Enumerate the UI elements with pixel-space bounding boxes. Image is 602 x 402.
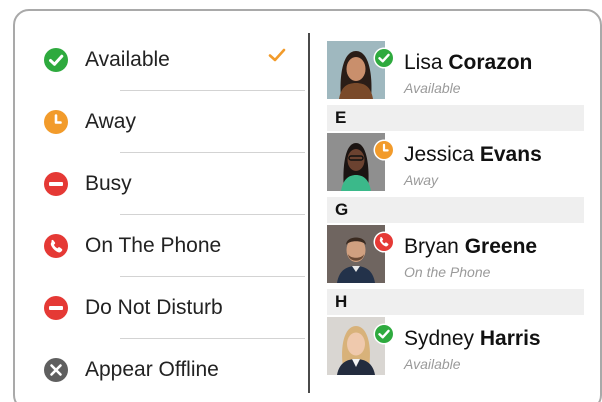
section-header-g: G xyxy=(327,197,584,223)
check-circle-icon xyxy=(41,45,71,75)
contact-list: Lisa Corazon Available E Jessica Evans A… xyxy=(327,11,584,402)
contact-name: Sydney Harris xyxy=(404,327,541,350)
contact-status: Away xyxy=(404,172,438,188)
clock-icon xyxy=(41,107,71,137)
presence-panel: Available Away Busy On The Phone Do Not … xyxy=(13,9,602,402)
presence-on-the-phone-icon xyxy=(373,231,395,253)
contact-row-jessica-evans[interactable]: Jessica Evans Away xyxy=(327,133,584,193)
presence-away-icon xyxy=(373,139,395,161)
presence-available-icon xyxy=(373,47,395,69)
contact-status: On the Phone xyxy=(404,264,491,280)
contact-row-sydney-harris[interactable]: Sydney Harris Available xyxy=(327,317,584,377)
status-item-on-the-phone[interactable]: On The Phone xyxy=(29,215,305,277)
minus-circle-icon xyxy=(41,169,71,199)
x-circle-icon xyxy=(41,355,71,385)
contact-name: Bryan Greene xyxy=(404,235,538,258)
selected-checkmark-icon xyxy=(265,43,289,67)
column-separator xyxy=(308,33,310,393)
status-item-do-not-disturb[interactable]: Do Not Disturb xyxy=(29,277,305,339)
section-header-e: E xyxy=(327,105,584,131)
contact-status: Available xyxy=(404,80,461,96)
status-label: Available xyxy=(85,48,170,71)
status-item-available[interactable]: Available xyxy=(29,29,305,91)
minus-circle-icon xyxy=(41,293,71,323)
contact-status: Available xyxy=(404,356,461,372)
status-label: Busy xyxy=(85,172,132,195)
section-header-h: H xyxy=(327,289,584,315)
presence-available-icon xyxy=(373,323,395,345)
contact-row-lisa-corazon[interactable]: Lisa Corazon Available xyxy=(327,41,584,101)
phone-icon xyxy=(41,231,71,261)
status-label: Do Not Disturb xyxy=(85,296,223,319)
contact-name: Lisa Corazon xyxy=(404,51,533,74)
status-label: Away xyxy=(85,110,136,133)
status-item-away[interactable]: Away xyxy=(29,91,305,153)
status-label: On The Phone xyxy=(85,234,222,257)
contact-row-bryan-greene[interactable]: Bryan Greene On the Phone xyxy=(327,225,584,285)
status-item-busy[interactable]: Busy xyxy=(29,153,305,215)
status-label: Appear Offline xyxy=(85,358,219,381)
contact-name: Jessica Evans xyxy=(404,143,542,166)
status-item-appear-offline[interactable]: Appear Offline xyxy=(29,339,305,401)
